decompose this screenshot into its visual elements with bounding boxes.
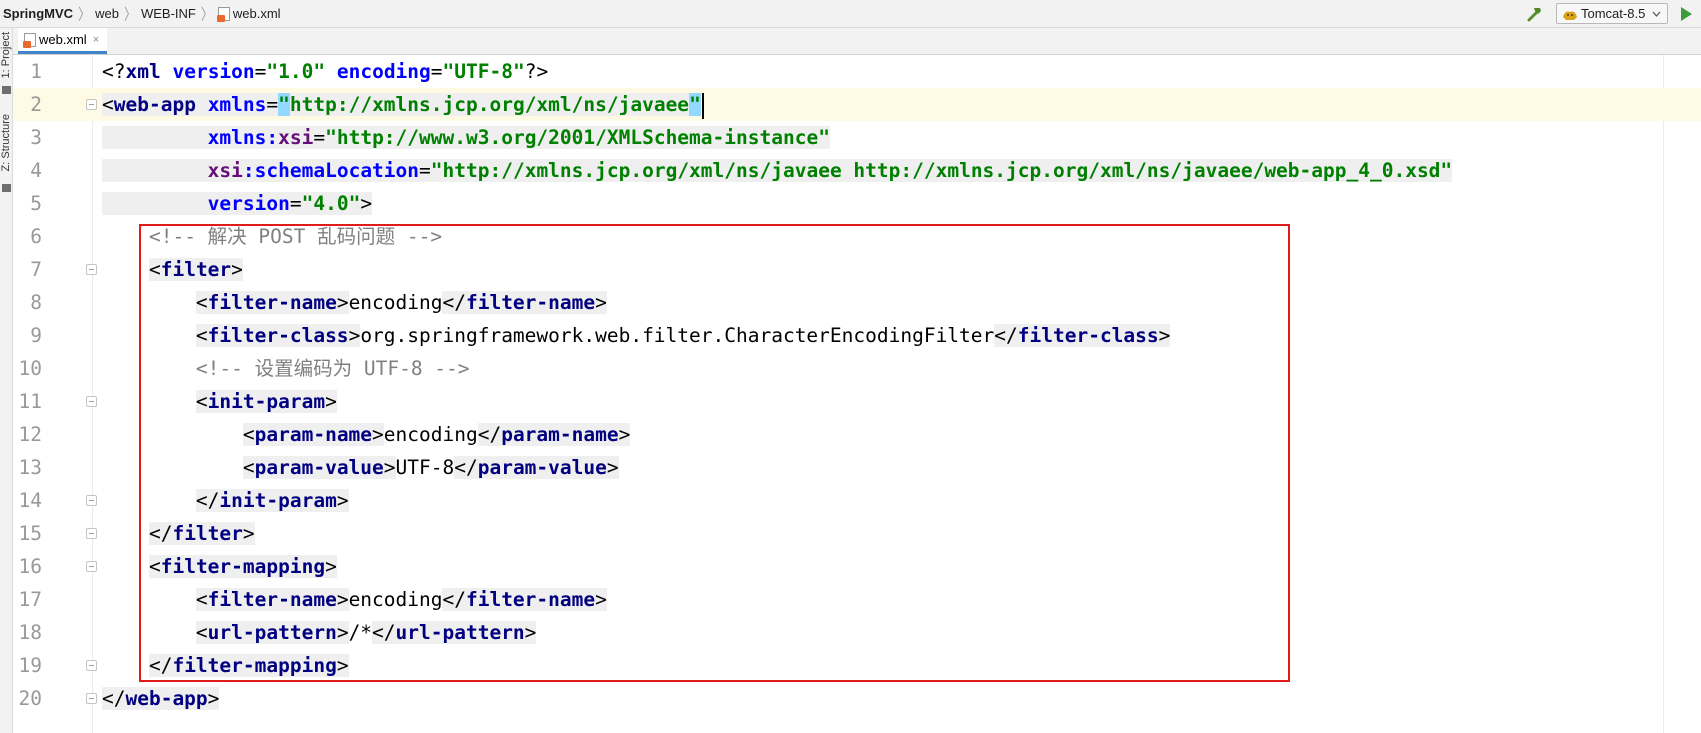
line-number: 2 bbox=[30, 93, 42, 116]
code-line: 17 <filter-name>encoding</filter-name> bbox=[13, 583, 1701, 616]
line-number: 5 bbox=[30, 192, 42, 215]
code-line: 18 <url-pattern>/*</url-pattern> bbox=[13, 616, 1701, 649]
code-line: 7 <filter> bbox=[13, 253, 1701, 286]
chevron-down-icon bbox=[1652, 11, 1661, 17]
code-text: <filter> bbox=[148, 258, 243, 281]
breadcrumb-folder-web[interactable]: web bbox=[95, 6, 119, 21]
code-text: </init-param> bbox=[195, 489, 349, 512]
line-number: 10 bbox=[18, 357, 42, 380]
code-comment: <!-- 设置编码为 UTF-8 --> bbox=[195, 357, 470, 380]
tomcat-icon bbox=[1563, 11, 1577, 20]
code-line: 6 <!-- 解决 POST 乱码问题 --> bbox=[13, 220, 1701, 253]
line-number: 4 bbox=[30, 159, 42, 182]
code-comment: <!-- 解决 POST 乱码问题 --> bbox=[148, 225, 443, 248]
line-number: 20 bbox=[18, 687, 42, 710]
fold-marker-icon[interactable] bbox=[86, 561, 97, 572]
line-number: 6 bbox=[30, 225, 42, 248]
code-line: 13 <param-value>UTF-8</param-value> bbox=[13, 451, 1701, 484]
close-icon[interactable]: × bbox=[93, 34, 99, 46]
code-text: xmlns:xsi="http://www.w3.org/2001/XMLSch… bbox=[102, 121, 830, 154]
code-line: 11 <init-param> bbox=[13, 385, 1701, 418]
run-configuration-select[interactable]: Tomcat-8.5 bbox=[1556, 3, 1668, 24]
code-line: 14 </init-param> bbox=[13, 484, 1701, 517]
fold-marker-icon[interactable] bbox=[86, 660, 97, 671]
breadcrumb-separator: 〉 bbox=[200, 5, 213, 24]
line-number: 3 bbox=[30, 126, 42, 149]
play-icon[interactable] bbox=[1679, 6, 1693, 22]
tab-label: web.xml bbox=[39, 32, 87, 47]
tool-window-strip: 1: Project Z: Structure bbox=[0, 28, 13, 733]
hammer-icon[interactable] bbox=[1526, 5, 1544, 23]
fold-marker-icon[interactable] bbox=[86, 396, 97, 407]
line-number: 9 bbox=[30, 324, 42, 347]
code-line: 19 </filter-mapping> bbox=[13, 649, 1701, 682]
breadcrumb-folder-web-inf[interactable]: WEB-INF bbox=[141, 6, 196, 21]
breadcrumb: SpringMVC 〉 web 〉 WEB-INF 〉 web.xml bbox=[3, 0, 281, 27]
code-line: 12 <param-name>encoding</param-name> bbox=[13, 418, 1701, 451]
fold-marker-icon[interactable] bbox=[86, 528, 97, 539]
project-tool-icon bbox=[2, 86, 11, 94]
code-text: <url-pattern>/*</url-pattern> bbox=[195, 621, 537, 644]
code-text: </filter-mapping> bbox=[148, 654, 349, 677]
navigation-bar: SpringMVC 〉 web 〉 WEB-INF 〉 web.xml Tomc… bbox=[0, 0, 1701, 28]
code-line: 10 <!-- 设置编码为 UTF-8 --> bbox=[13, 352, 1701, 385]
line-number: 7 bbox=[30, 258, 42, 281]
line-number: 15 bbox=[18, 522, 42, 545]
run-configuration-label: Tomcat-8.5 bbox=[1581, 6, 1646, 21]
code-line-current: 2 <web-app xmlns="http://xmlns.jcp.org/x… bbox=[13, 88, 1701, 121]
code-line: 8 <filter-name>encoding</filter-name> bbox=[13, 286, 1701, 319]
code-text: <filter-class>org.springframework.web.fi… bbox=[195, 324, 1171, 347]
breadcrumb-project[interactable]: SpringMVC bbox=[3, 6, 73, 21]
code-line: 15 </filter> bbox=[13, 517, 1701, 550]
tab-web-xml[interactable]: web.xml × bbox=[18, 28, 108, 54]
code-text: xsi:schemaLocation="http://xmlns.jcp.org… bbox=[102, 154, 1453, 187]
code-line: 1 <?xml version="1.0" encoding="UTF-8"?> bbox=[13, 55, 1701, 88]
line-number: 16 bbox=[18, 555, 42, 578]
code-text: <filter-name>encoding</filter-name> bbox=[195, 588, 607, 611]
structure-tool-tab[interactable]: Z: Structure bbox=[0, 114, 13, 180]
code-text: <!-- 解决 POST 乱码问题 --> bbox=[102, 220, 442, 253]
line-number: 19 bbox=[18, 654, 42, 677]
line-number: 8 bbox=[30, 291, 42, 314]
code-text: version="4.0"> bbox=[102, 187, 373, 220]
text-caret bbox=[701, 92, 704, 119]
code-line: 16 <filter-mapping> bbox=[13, 550, 1701, 583]
code-text: <filter-mapping> bbox=[148, 555, 337, 578]
breadcrumb-file[interactable]: web.xml bbox=[233, 6, 281, 21]
code-line: 9 <filter-class>org.springframework.web.… bbox=[13, 319, 1701, 352]
code-text: <!-- 设置编码为 UTF-8 --> bbox=[102, 352, 470, 385]
code-text: <param-value>UTF-8</param-value> bbox=[242, 456, 619, 479]
code-editor[interactable]: 1 <?xml version="1.0" encoding="UTF-8"?>… bbox=[13, 55, 1701, 733]
code-text: </web-app> bbox=[102, 687, 220, 710]
xml-file-icon bbox=[23, 32, 36, 48]
code-line: 4 xsi:schemaLocation="http://xmlns.jcp.o… bbox=[13, 154, 1701, 187]
line-number: 1 bbox=[30, 60, 42, 83]
code-line: 5 version="4.0"> bbox=[13, 187, 1701, 220]
code-text: <?xml version="1.0" encoding="UTF-8"?> bbox=[102, 60, 549, 83]
structure-tool-icon bbox=[2, 184, 11, 192]
project-tool-tab[interactable]: 1: Project bbox=[0, 32, 13, 84]
xml-file-icon bbox=[216, 6, 230, 22]
code-line: 20 </web-app> bbox=[13, 682, 1701, 715]
line-number: 13 bbox=[18, 456, 42, 479]
code-text: <init-param> bbox=[195, 390, 337, 413]
fold-marker-icon[interactable] bbox=[86, 693, 97, 704]
line-number: 14 bbox=[18, 489, 42, 512]
code-text: </filter> bbox=[148, 522, 255, 545]
code-text: <web-app xmlns="http://xmlns.jcp.org/xml… bbox=[102, 88, 704, 121]
fold-marker-icon[interactable] bbox=[86, 495, 97, 506]
line-number: 17 bbox=[18, 588, 42, 611]
line-number: 18 bbox=[18, 621, 42, 644]
fold-marker-icon[interactable] bbox=[86, 99, 97, 110]
code-text: <filter-name>encoding</filter-name> bbox=[195, 291, 607, 314]
fold-marker-icon[interactable] bbox=[86, 264, 97, 275]
line-number: 11 bbox=[18, 390, 42, 413]
breadcrumb-separator: 〉 bbox=[123, 5, 136, 24]
code-line: 3 xmlns:xsi="http://www.w3.org/2001/XMLS… bbox=[13, 121, 1701, 154]
breadcrumb-separator: 〉 bbox=[78, 5, 91, 24]
editor-tab-bar: web.xml × bbox=[13, 28, 1701, 55]
code-text: <param-name>encoding</param-name> bbox=[242, 423, 631, 446]
line-number: 12 bbox=[18, 423, 42, 446]
